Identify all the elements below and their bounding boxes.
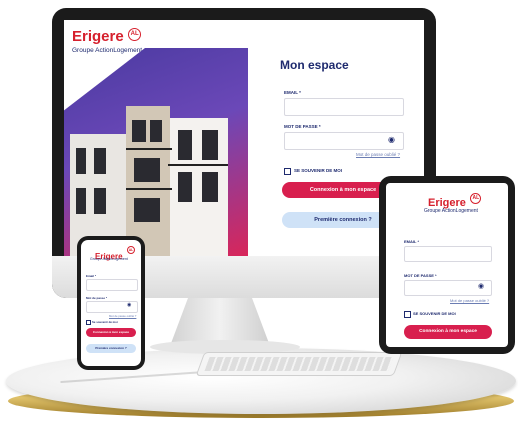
building-photo bbox=[64, 48, 248, 256]
remember-me-label: SE SOUVENIR DE MOI bbox=[294, 168, 343, 173]
phone-remember-me-checkbox[interactable] bbox=[86, 320, 91, 325]
tablet-email-field[interactable] bbox=[404, 246, 492, 262]
brand-logo: Erigere AL bbox=[72, 28, 142, 46]
desktop-login-screen: Erigere AL Groupe ActionLogement Mon esp… bbox=[64, 20, 424, 256]
brand-name: Erigere bbox=[72, 28, 124, 45]
tablet-remember-me-checkbox[interactable] bbox=[404, 311, 411, 318]
remember-me-checkbox[interactable] bbox=[284, 168, 291, 175]
brand-group: Groupe ActionLogement bbox=[72, 47, 143, 54]
tablet-email-label: EMAIL * bbox=[404, 239, 420, 244]
phone-show-password-eye-icon[interactable]: ◉ bbox=[127, 302, 131, 308]
brand-badge-icon: AL bbox=[128, 28, 142, 41]
tablet-show-password-eye-icon[interactable]: ◉ bbox=[478, 282, 484, 290]
tablet-login-button[interactable]: Connexion à mon espace bbox=[404, 325, 492, 339]
phone-login-button[interactable]: Connexion à mon espace bbox=[86, 328, 136, 337]
page-title: Mon espace bbox=[280, 58, 349, 72]
forgot-password-link[interactable]: Mot de passe oublié ? bbox=[356, 152, 400, 157]
phone-password-label: Mot de passe * bbox=[86, 296, 108, 300]
tablet-remember-me-label: SE SOUVENIR DE MOI bbox=[413, 311, 456, 316]
show-password-eye-icon[interactable]: ◉ bbox=[388, 135, 395, 144]
tablet-brand-group: Groupe ActionLogement bbox=[424, 208, 478, 214]
tablet-brand-badge-icon: AL bbox=[470, 193, 482, 204]
phone-email-field[interactable] bbox=[86, 279, 138, 291]
email-field[interactable] bbox=[284, 98, 404, 116]
phone-brand-logo: Erigere AL bbox=[95, 246, 136, 264]
phone-remember-me-label: Se souvenir de moi bbox=[92, 320, 118, 324]
phone-first-login-button[interactable]: Première connexion ? bbox=[86, 344, 136, 353]
phone-login-screen: Erigere AL Groupe ActionLogement Email *… bbox=[81, 240, 141, 366]
tablet-login-screen: Erigere AL Groupe ActionLogement EMAIL *… bbox=[386, 183, 508, 347]
phone-brand-badge-icon: AL bbox=[127, 246, 136, 254]
phone-email-label: Email * bbox=[86, 274, 97, 278]
keyboard bbox=[195, 352, 403, 376]
password-field[interactable] bbox=[284, 132, 404, 150]
phone-brand-group: Groupe ActionLogement bbox=[90, 257, 128, 261]
tablet-forgot-password-link[interactable]: Mot de passe oublié ? bbox=[450, 298, 489, 303]
email-label: EMAIL * bbox=[284, 90, 301, 95]
monitor-stand bbox=[170, 298, 270, 346]
password-label: MOT DE PASSE * bbox=[284, 124, 321, 129]
tablet-password-label: MOT DE PASSE * bbox=[404, 273, 437, 278]
phone-forgot-password-link[interactable]: Mot de passe oublié ? bbox=[109, 314, 136, 318]
